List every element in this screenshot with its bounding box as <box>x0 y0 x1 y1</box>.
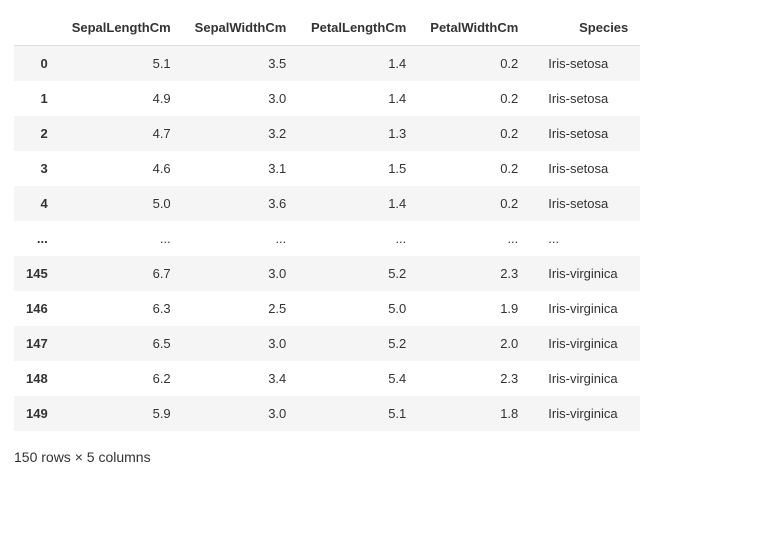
cell: 0.2 <box>418 151 530 186</box>
table-row: 147 6.5 3.0 5.2 2.0 Iris-virginica <box>14 326 640 361</box>
table-row: 4 5.0 3.6 1.4 0.2 Iris-setosa <box>14 186 640 221</box>
cell: 3.5 <box>183 46 299 82</box>
cell: 5.9 <box>60 396 183 431</box>
row-index: 146 <box>14 291 60 326</box>
cell: 4.6 <box>60 151 183 186</box>
cell: 2.3 <box>418 256 530 291</box>
cell: 5.2 <box>298 256 418 291</box>
dataframe-table: SepalLengthCm SepalWidthCm PetalLengthCm… <box>14 10 640 431</box>
cell: 1.5 <box>298 151 418 186</box>
row-index: 148 <box>14 361 60 396</box>
table-row: 1 4.9 3.0 1.4 0.2 Iris-setosa <box>14 81 640 116</box>
cell: 5.4 <box>298 361 418 396</box>
header-row: SepalLengthCm SepalWidthCm PetalLengthCm… <box>14 10 640 46</box>
table-row: 3 4.6 3.1 1.5 0.2 Iris-setosa <box>14 151 640 186</box>
cell: 3.4 <box>183 361 299 396</box>
col-header-sepal-width: SepalWidthCm <box>183 10 299 46</box>
row-index: 2 <box>14 116 60 151</box>
row-index: 3 <box>14 151 60 186</box>
cell-species: Iris-virginica <box>530 361 640 396</box>
cell: 5.1 <box>298 396 418 431</box>
row-index: 145 <box>14 256 60 291</box>
cell: 6.7 <box>60 256 183 291</box>
cell: 4.7 <box>60 116 183 151</box>
cell: 3.2 <box>183 116 299 151</box>
cell-species: Iris-setosa <box>530 81 640 116</box>
cell: 1.3 <box>298 116 418 151</box>
table-row: 146 6.3 2.5 5.0 1.9 Iris-virginica <box>14 291 640 326</box>
col-header-petal-width: PetalWidthCm <box>418 10 530 46</box>
summary-text: 150 rows × 5 columns <box>14 449 759 465</box>
table-row: 2 4.7 3.2 1.3 0.2 Iris-setosa <box>14 116 640 151</box>
cell: 1.4 <box>298 186 418 221</box>
table-row: 0 5.1 3.5 1.4 0.2 Iris-setosa <box>14 46 640 82</box>
row-index: 4 <box>14 186 60 221</box>
cell-species: Iris-setosa <box>530 151 640 186</box>
col-header-species: Species <box>530 10 640 46</box>
cell: ... <box>183 221 299 256</box>
cell: 3.0 <box>183 81 299 116</box>
cell: 1.4 <box>298 46 418 82</box>
cell: ... <box>60 221 183 256</box>
cell: ... <box>298 221 418 256</box>
table-row: 148 6.2 3.4 5.4 2.3 Iris-virginica <box>14 361 640 396</box>
cell: 6.3 <box>60 291 183 326</box>
cell: 6.5 <box>60 326 183 361</box>
row-index: 149 <box>14 396 60 431</box>
cell: 0.2 <box>418 116 530 151</box>
cell: 0.2 <box>418 81 530 116</box>
col-header-petal-length: PetalLengthCm <box>298 10 418 46</box>
cell: 2.0 <box>418 326 530 361</box>
cell-species: Iris-setosa <box>530 116 640 151</box>
cell: 5.0 <box>298 291 418 326</box>
cell: 1.8 <box>418 396 530 431</box>
cell: 2.5 <box>183 291 299 326</box>
row-index: 1 <box>14 81 60 116</box>
cell: 1.9 <box>418 291 530 326</box>
row-index: 0 <box>14 46 60 82</box>
cell-species: Iris-setosa <box>530 46 640 82</box>
cell-species: Iris-virginica <box>530 256 640 291</box>
cell: 3.1 <box>183 151 299 186</box>
cell: 3.0 <box>183 326 299 361</box>
table-row: 149 5.9 3.0 5.1 1.8 Iris-virginica <box>14 396 640 431</box>
cell: 5.1 <box>60 46 183 82</box>
cell: 3.6 <box>183 186 299 221</box>
cell: 1.4 <box>298 81 418 116</box>
row-index: 147 <box>14 326 60 361</box>
cell-species: Iris-setosa <box>530 186 640 221</box>
cell-species: Iris-virginica <box>530 396 640 431</box>
cell: 3.0 <box>183 256 299 291</box>
cell: 2.3 <box>418 361 530 396</box>
cell-species: Iris-virginica <box>530 326 640 361</box>
cell: 4.9 <box>60 81 183 116</box>
cell: 0.2 <box>418 46 530 82</box>
cell: 6.2 <box>60 361 183 396</box>
cell: 0.2 <box>418 186 530 221</box>
cell: 5.0 <box>60 186 183 221</box>
cell-species: Iris-virginica <box>530 291 640 326</box>
cell-species: ... <box>530 221 640 256</box>
cell: 5.2 <box>298 326 418 361</box>
table-row-ellipsis: ... ... ... ... ... ... <box>14 221 640 256</box>
row-index: ... <box>14 221 60 256</box>
cell: 3.0 <box>183 396 299 431</box>
col-header-sepal-length: SepalLengthCm <box>60 10 183 46</box>
table-body: 0 5.1 3.5 1.4 0.2 Iris-setosa 1 4.9 3.0 … <box>14 46 640 432</box>
index-header <box>14 10 60 46</box>
cell: ... <box>418 221 530 256</box>
table-row: 145 6.7 3.0 5.2 2.3 Iris-virginica <box>14 256 640 291</box>
